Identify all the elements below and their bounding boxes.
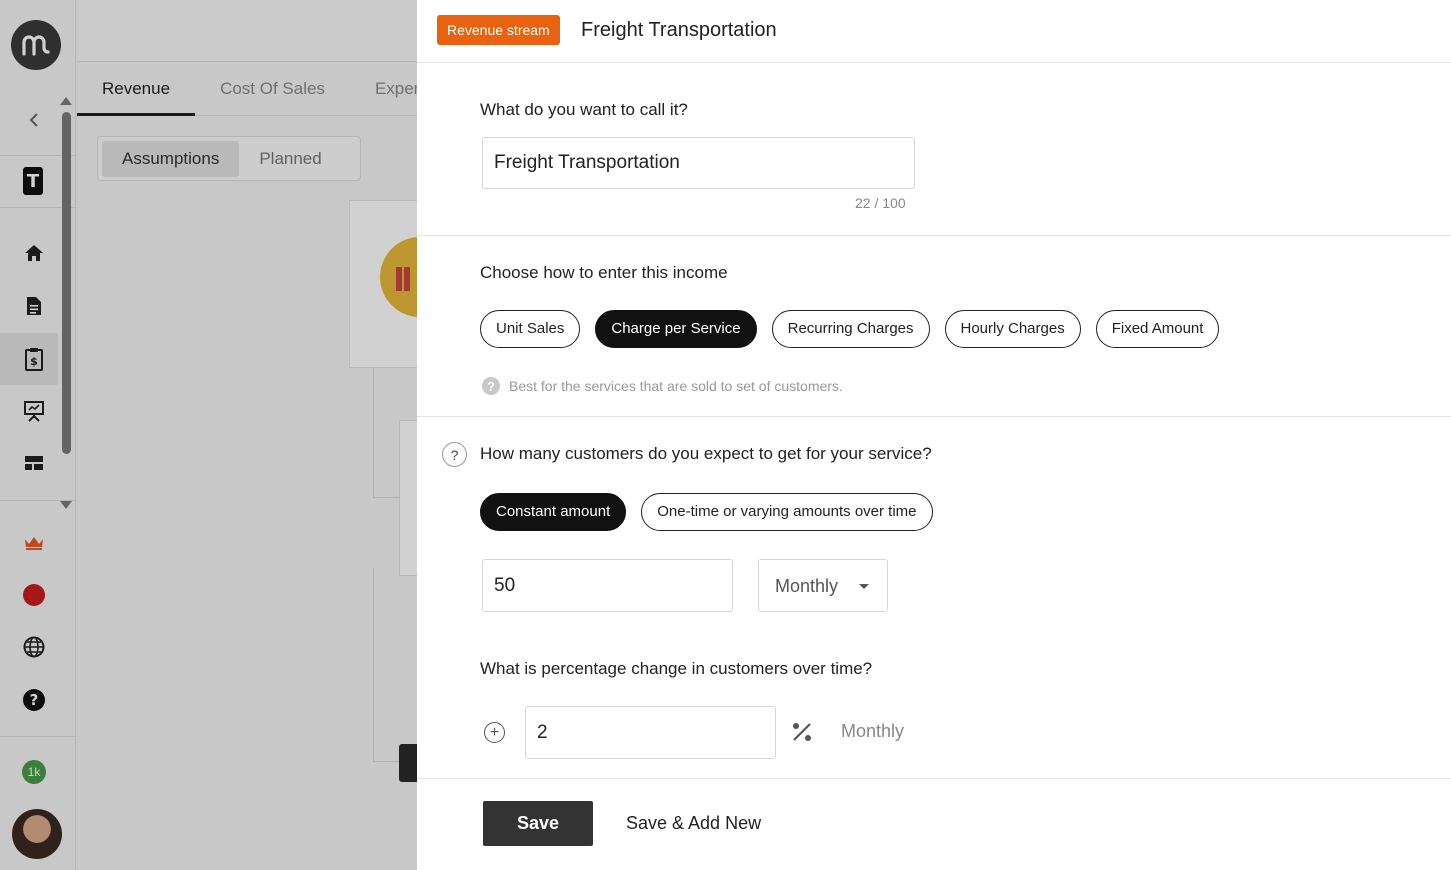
percentage-change-question: What is percentage change in customers o… [480,659,873,678]
percentage-change-input[interactable] [525,706,776,759]
stream-name-input[interactable] [482,137,915,189]
income-method-options: Unit Sales Charge per Service Recurring … [480,310,1220,348]
option-charge-per-service[interactable]: Charge per Service [595,310,757,348]
caret-down-icon [859,584,869,589]
customers-frequency-select[interactable]: Monthly [758,559,888,612]
income-method-hint: Best for the services that are sold to s… [509,378,843,394]
drawer-header: Revenue stream Freight Transportation [417,0,1451,63]
option-varying-amounts[interactable]: One-time or varying amounts over time [641,493,933,531]
modal-overlay[interactable] [0,0,417,870]
percent-icon [791,721,813,743]
customers-question: How many customers do you expect to get … [480,444,932,463]
percentage-frequency: Monthly [841,721,905,741]
footer-divider [417,778,1451,779]
option-unit-sales[interactable]: Unit Sales [480,310,581,348]
customers-amount-input[interactable] [482,559,733,612]
revenue-stream-drawer: Revenue stream Freight Transportation Wh… [417,0,1451,870]
section-divider [417,416,1451,417]
customers-help-icon[interactable]: ? [442,442,467,467]
revenue-stream-badge: Revenue stream [437,15,560,45]
add-circle-icon[interactable]: + [484,722,505,743]
option-recurring-charges[interactable]: Recurring Charges [771,310,930,348]
save-and-add-new-button[interactable]: Save & Add New [626,813,761,834]
name-question: What do you want to call it? [480,100,688,119]
option-hourly-charges[interactable]: Hourly Charges [944,310,1081,348]
customers-mode-options: Constant amount One-time or varying amou… [480,493,933,531]
drawer-title: Freight Transportation [581,19,777,41]
customers-frequency-value: Monthly [775,576,839,596]
option-fixed-amount[interactable]: Fixed Amount [1095,310,1220,348]
save-button[interactable]: Save [483,801,593,846]
option-constant-amount[interactable]: Constant amount [480,493,627,531]
character-counter: 22 / 100 [855,195,906,211]
income-method-question: Choose how to enter this income [480,263,728,282]
info-question-icon: ? [482,377,500,395]
section-divider [417,235,1451,236]
